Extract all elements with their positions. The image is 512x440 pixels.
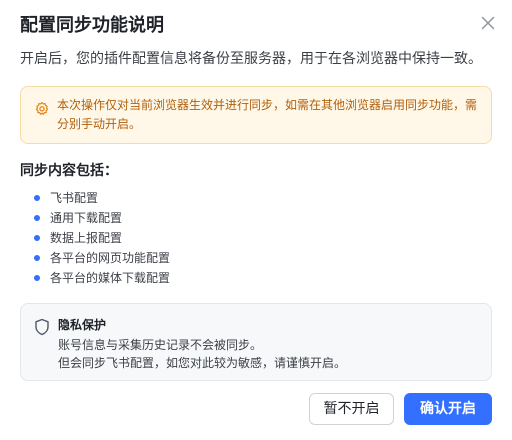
sync-content-heading: 同步内容包括： — [20, 163, 118, 179]
sync-content-list: 飞书配置 通用下载配置 数据上报配置 各平台的网页功能配置 各平台的媒体下载配置 — [34, 188, 170, 288]
dialog-title: 配置同步功能说明 — [20, 15, 164, 36]
privacy-title: 隐私保护 — [58, 318, 107, 332]
list-item: 各平台的网页功能配置 — [34, 248, 170, 268]
bullet-icon — [34, 275, 40, 281]
bullet-icon — [34, 215, 40, 221]
confirm-button[interactable]: 确认开启 — [404, 393, 492, 425]
close-icon[interactable] — [478, 13, 498, 33]
list-item: 通用下载配置 — [34, 208, 170, 228]
shield-icon — [34, 318, 50, 336]
sync-info-dialog: 配置同步功能说明 开启后，您的插件配置信息将备份至服务器，用于在各浏览器中保持一… — [0, 0, 512, 440]
privacy-text-line: 但会同步飞书配置，如您对此较为敏感，请谨慎开启。 — [58, 356, 347, 370]
privacy-text-line: 账号信息与采集历史记录不会被同步。 — [58, 338, 263, 352]
gear-icon — [34, 101, 50, 117]
dialog-description: 开启后，您的插件配置信息将备份至服务器，用于在各浏览器中保持一致。 — [20, 51, 482, 67]
list-item: 数据上报配置 — [34, 228, 170, 248]
bullet-icon — [34, 235, 40, 241]
warning-notice: 本次操作仅对当前浏览器生效并进行同步，如需在其他浏览器启用同步功能，需分别手动开… — [20, 86, 492, 144]
list-item: 各平台的媒体下载配置 — [34, 268, 170, 288]
list-item: 飞书配置 — [34, 188, 170, 208]
bullet-icon — [34, 255, 40, 261]
warning-text: 本次操作仅对当前浏览器生效并进行同步，如需在其他浏览器启用同步功能，需分别手动开… — [57, 98, 478, 131]
bullet-icon — [34, 195, 40, 201]
cancel-button[interactable]: 暂不开启 — [309, 393, 394, 425]
privacy-notice: 隐私保护 账号信息与采集历史记录不会被同步。 但会同步飞书配置，如您对此较为敏感… — [20, 303, 492, 381]
